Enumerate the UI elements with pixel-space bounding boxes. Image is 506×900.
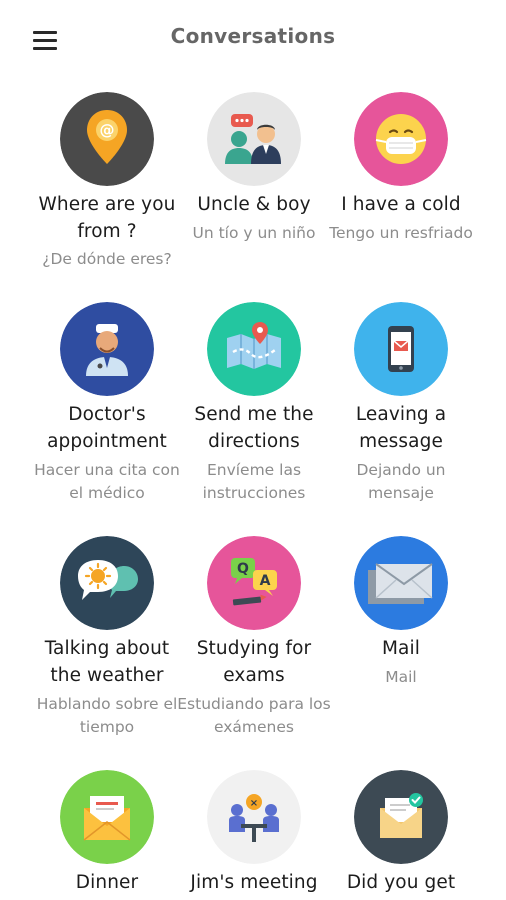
- card-title: Dinner: [75, 872, 139, 893]
- app-bar: Conversations: [0, 0, 506, 78]
- svg-text:A: A: [260, 573, 271, 589]
- card-title: Where are you from ?: [38, 194, 176, 242]
- card-title: Uncle & boy: [197, 194, 311, 215]
- card-subtitle: Estudiando para los exámenes: [177, 695, 331, 736]
- location-pin-icon: @: [60, 92, 154, 186]
- people-chat-icon: [207, 92, 301, 186]
- qa-study-icon: Q A: [207, 536, 301, 630]
- card-title: Studying for exams: [196, 638, 312, 686]
- card-subtitle: Tengo un resfriado: [329, 224, 473, 242]
- card-subtitle: ¿De dónde eres?: [42, 250, 172, 268]
- checked-mail-icon: [354, 770, 448, 864]
- card-subtitle: Dejando un mensaje: [356, 461, 446, 502]
- svg-text:×: ×: [250, 798, 258, 809]
- card-subtitle: Un tío y un niño: [192, 224, 316, 242]
- card-title: Mail: [382, 638, 420, 659]
- map-icon: [207, 302, 301, 396]
- doctor-icon: [60, 302, 154, 396]
- meeting-table-icon: ×: [207, 770, 301, 864]
- face-mask-icon: [354, 92, 448, 186]
- card-subtitle: Mail: [385, 668, 417, 686]
- card-title: Doctor's appointment: [47, 404, 167, 452]
- card-subtitle: Hacer una cita con el médico: [34, 461, 180, 502]
- card-title: Jim's meeting: [190, 872, 318, 893]
- svg-text:@: @: [100, 121, 115, 139]
- envelope-icon: [354, 536, 448, 630]
- card-subtitle: Envíeme las instrucciones: [202, 461, 306, 502]
- card-title: I have a cold: [341, 194, 461, 215]
- phone-message-icon: [354, 302, 448, 396]
- card-title: Did you get: [346, 872, 456, 893]
- invitation-envelope-icon: [60, 770, 154, 864]
- weather-bubble-icon: [60, 536, 154, 630]
- svg-text:Q: Q: [237, 561, 249, 577]
- card-title: Talking about the weather: [44, 638, 170, 686]
- card-title: Send me the directions: [194, 404, 314, 452]
- page-title: Conversations: [170, 24, 336, 48]
- card-title: Leaving a message: [355, 404, 447, 452]
- card-subtitle: Hablando sobre el tiempo: [36, 695, 178, 736]
